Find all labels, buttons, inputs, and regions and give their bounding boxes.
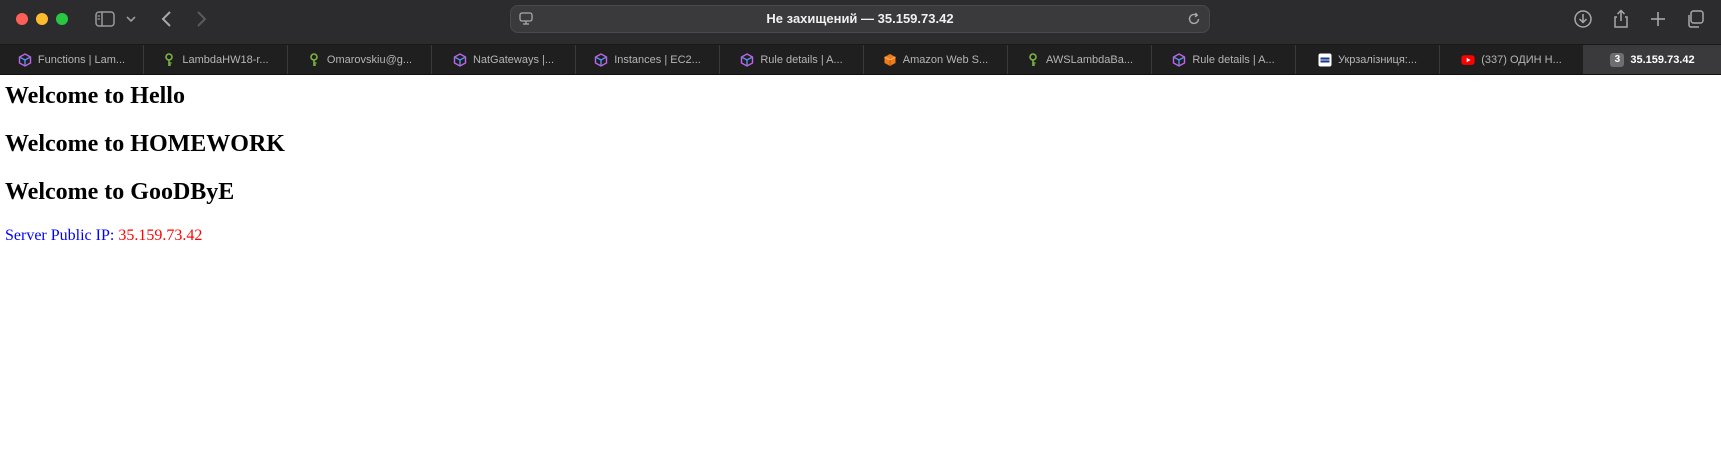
key-icon <box>162 52 176 67</box>
aws-cube-icon <box>18 52 32 67</box>
tab-title: Rule details | A... <box>1192 53 1275 66</box>
tab-active[interactable]: 3 35.159.73.42 <box>1584 45 1721 74</box>
chevron-down-icon <box>126 16 136 23</box>
share-icon <box>1614 9 1628 28</box>
tab[interactable]: LambdaHW18-r... <box>144 45 288 74</box>
browser-toolbar: Не захищений — 35.159.73.42 <box>0 0 1721 45</box>
tab-title: LambdaHW18-r... <box>182 53 269 66</box>
key-icon <box>307 52 321 67</box>
tab-overview-button[interactable] <box>1684 8 1706 30</box>
tab-title: Omarovskiu@g... <box>326 53 413 66</box>
minimize-window-button[interactable] <box>36 13 48 25</box>
aws-cube-icon <box>594 52 608 67</box>
tab[interactable]: Functions | Lam... <box>0 45 144 74</box>
download-icon <box>1574 10 1592 28</box>
tab[interactable]: Amazon Web S... <box>864 45 1008 74</box>
new-tab-button[interactable] <box>1647 8 1669 30</box>
tab-title: 35.159.73.42 <box>1630 53 1695 66</box>
tab[interactable]: (337) ОДИН Н... <box>1440 45 1584 74</box>
sidebar-toggle-button[interactable] <box>94 8 116 30</box>
tab-title: Rule details | A... <box>760 53 843 66</box>
aws-cube-icon <box>453 52 467 67</box>
tab-title: AWSLambdaBa... <box>1045 53 1134 66</box>
maximize-window-button[interactable] <box>56 13 68 25</box>
sidebar-menu-button[interactable] <box>125 8 137 30</box>
tab[interactable]: Omarovskiu@g... <box>288 45 432 74</box>
page-content: Welcome to Hello Welcome to HOMEWORK Wel… <box>0 83 1721 245</box>
tab-title: (337) ОДИН Н... <box>1481 53 1562 66</box>
share-button[interactable] <box>1610 8 1632 30</box>
uz-logo-icon <box>1318 53 1332 67</box>
aws-cube-icon <box>740 52 754 67</box>
downloads-button[interactable] <box>1572 8 1594 30</box>
heading-homework: Welcome to HOMEWORK <box>5 131 285 157</box>
server-ip-line: Server Public IP: 35.159.73.42 <box>5 227 1716 245</box>
server-ip-label: Server Public IP: <box>5 227 119 244</box>
key-icon <box>1026 52 1040 67</box>
tab-title: Instances | EC2... <box>614 53 701 66</box>
tab-overview-icon <box>1688 10 1704 28</box>
tab[interactable]: Rule details | A... <box>720 45 864 74</box>
server-ip-value: 35.159.73.42 <box>118 227 203 244</box>
tab-title: Amazon Web S... <box>902 53 989 66</box>
tab[interactable]: Instances | EC2... <box>576 45 720 74</box>
tab[interactable]: AWSLambdaBa... <box>1008 45 1152 74</box>
plus-icon <box>1651 12 1665 26</box>
tab-title: Functions | Lam... <box>37 53 126 66</box>
tab[interactable]: Укрзалізниця:... <box>1296 45 1440 74</box>
aws-orange-cube-icon <box>883 53 897 67</box>
address-bar[interactable]: Не захищений — 35.159.73.42 <box>510 5 1210 33</box>
close-window-button[interactable] <box>16 13 28 25</box>
heading-goodbye: Welcome to GooDByE <box>5 179 235 205</box>
heading-hello: Welcome to Hello <box>5 83 185 109</box>
aws-cube-icon <box>1172 52 1186 67</box>
youtube-icon <box>1461 53 1475 67</box>
tab[interactable]: NatGateways |... <box>432 45 576 74</box>
reload-icon[interactable] <box>1187 12 1201 31</box>
tab-title: NatGateways |... <box>472 53 555 66</box>
forward-button[interactable] <box>194 8 210 30</box>
address-text: Не захищений — 35.159.73.42 <box>766 11 954 26</box>
tab-title: Укрзалізниця:... <box>1337 53 1418 66</box>
sidebar-icon <box>95 11 115 27</box>
chevron-right-icon <box>197 11 207 27</box>
tab-group-badge: 3 <box>1610 52 1625 67</box>
back-button[interactable] <box>158 8 174 30</box>
tab-bar: Functions | Lam... LambdaHW18-r... Omaro… <box>0 45 1721 75</box>
tab[interactable]: Rule details | A... <box>1152 45 1296 74</box>
chevron-left-icon <box>161 11 171 27</box>
